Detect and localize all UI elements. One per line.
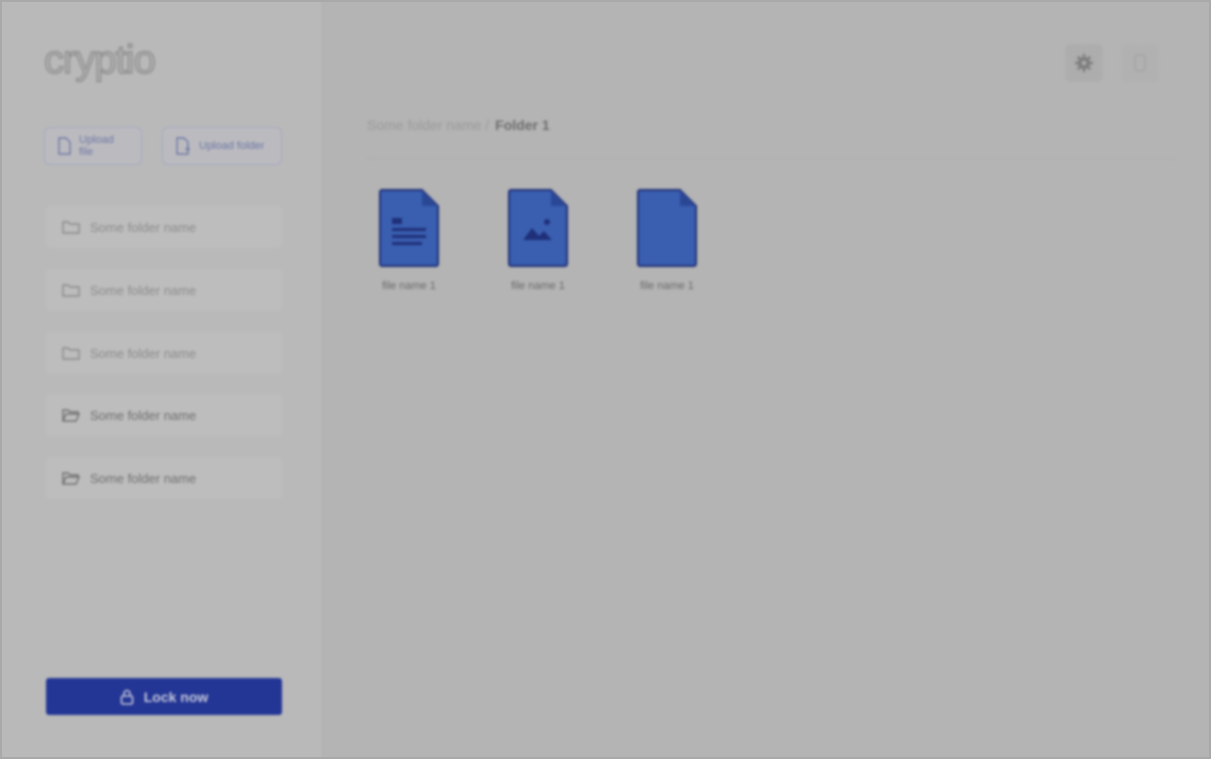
window-frame: [0, 0, 1211, 759]
